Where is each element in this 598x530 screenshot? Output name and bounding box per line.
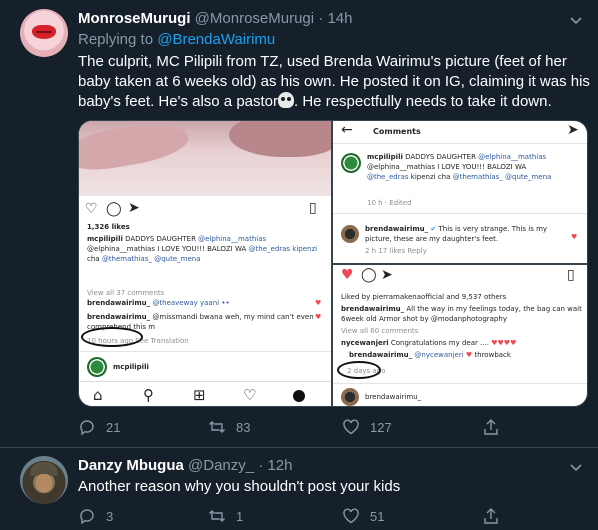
heart-filled-icon: ♥ <box>341 267 354 283</box>
like-count: 127 <box>370 419 392 435</box>
activity-icon: ♡ <box>243 386 257 404</box>
tweet-header: Danzy Mbugua @Danzy_ · 12h <box>78 457 292 474</box>
bookmark-icon: ▯ <box>567 267 575 283</box>
comment-icon: ◯ <box>361 267 377 283</box>
caption-line-1: mcpilipili DADDYS DAUGHTER @elphina__mat… <box>87 235 267 243</box>
rb-comment-1: brendawairimu_ All the way in my feeling… <box>341 305 582 313</box>
like-count: 51 <box>370 508 385 524</box>
heart-icon <box>342 418 360 436</box>
caption-line-2: @elphina__mathias I LOVE YOU!!! BALOZI W… <box>87 245 318 253</box>
tweet-text: The culprit, MC Pilipili from TZ, used B… <box>78 52 590 112</box>
search-icon: ⚲ <box>143 386 154 404</box>
handle[interactable]: @MonroseMurugi <box>195 10 314 27</box>
profile-icon <box>293 390 305 402</box>
timestamp[interactable]: · 14h <box>318 10 352 27</box>
replying-to: Replying to @BrendaWairimu <box>78 31 275 48</box>
rb-view-all: View all 60 comments <box>341 327 419 335</box>
send-icon: ➤ <box>128 200 140 216</box>
retweet-count: 1 <box>236 508 244 524</box>
caption-line-3: cha @themathias_ @qute_mena <box>87 255 201 263</box>
share-button[interactable] <box>482 418 500 436</box>
reply-line-1: brendawairimu_ ✔ This is very strange. T… <box>365 225 548 233</box>
heart-icon <box>342 507 360 525</box>
comment-icon: ◯ <box>106 201 122 217</box>
reply-avatar <box>341 225 359 243</box>
rb-comment-1-cont: 6week old Armor shot by @modanphotograph… <box>341 315 507 323</box>
bookmark-icon: ▯ <box>309 200 317 216</box>
like-button[interactable]: 127 <box>342 418 392 436</box>
reply-button[interactable]: 21 <box>78 418 120 436</box>
retweet-count: 83 <box>236 419 251 435</box>
highlight-circle <box>337 361 381 379</box>
home-icon: ⌂ <box>93 386 103 404</box>
heart-icon: ♥ <box>571 233 578 241</box>
retweet-icon <box>208 418 226 436</box>
reply-meta: 2 h 17 likes Reply <box>365 247 427 255</box>
skull-emoji-icon <box>278 92 295 108</box>
replying-label: Replying to <box>78 31 154 48</box>
view-all-comments: View all 37 comments <box>87 289 165 297</box>
lips-icon <box>32 25 56 39</box>
reply-button[interactable]: 3 <box>78 507 113 525</box>
reply-icon <box>78 418 96 436</box>
rb-comment-2: nycewanjeri Congratulations my dear ....… <box>341 339 517 347</box>
retweet-button[interactable]: 83 <box>208 418 250 436</box>
share-icon <box>482 507 500 525</box>
avatar[interactable] <box>20 9 68 57</box>
heart-icon: ♥ <box>315 313 322 321</box>
avatar[interactable] <box>20 456 68 504</box>
profile-username: mcpilipili <box>113 363 149 371</box>
media-image-left[interactable]: ♡ ◯ ➤ ▯ 1,326 likes mcpilipili DADDYS DA… <box>79 121 331 406</box>
back-arrow-icon: ← <box>341 122 353 138</box>
share-button[interactable] <box>482 507 500 525</box>
display-name[interactable]: Danzy Mbugua <box>78 457 184 474</box>
post-meta: 10 h · Edited <box>367 199 412 207</box>
reply-count: 21 <box>106 419 121 435</box>
rb-comment-3: brendawairimu_ @nycewanjeri ♥ throwback <box>349 351 511 359</box>
retweet-button[interactable]: 1 <box>208 507 243 525</box>
post-line-2: @elphina__mathias I LOVE YOU!!! BALOZI W… <box>367 163 527 171</box>
send-icon: ➤ <box>567 122 579 138</box>
profile-avatar <box>87 357 107 377</box>
handle[interactable]: @Danzy_ <box>188 457 254 474</box>
media-image-right-top[interactable]: ← Comments ➤ mcpilipili DADDYS DAUGHTER … <box>333 121 587 263</box>
replying-to-link[interactable]: @BrendaWairimu <box>157 31 275 48</box>
reply-count: 3 <box>106 508 114 524</box>
footer-user: brendawairimu_ <box>365 393 422 401</box>
tweet-header: MonroseMurugi @MonroseMurugi · 14h <box>78 10 352 27</box>
media-image-right-bottom[interactable]: ♥ ◯ ➤ ▯ Liked by pierramakenaofficial an… <box>333 265 587 406</box>
retweet-icon <box>208 507 226 525</box>
post-avatar <box>341 153 361 173</box>
likes-count: 1,326 likes <box>87 223 130 231</box>
reply-icon <box>78 507 96 525</box>
timestamp[interactable]: · 12h <box>258 457 292 474</box>
ig-nav-bar: ⌂ ⚲ ⊞ ♡ <box>79 381 331 406</box>
tweet-monrose[interactable]: MonroseMurugi @MonroseMurugi · 14h Reply… <box>0 0 598 448</box>
liked-by: Liked by pierramakenaofficial and 9,537 … <box>341 293 507 301</box>
post-line-1: mcpilipili DADDYS DAUGHTER @elphina__mat… <box>367 153 547 161</box>
media-grid[interactable]: ♡ ◯ ➤ ▯ 1,326 likes mcpilipili DADDYS DA… <box>78 120 588 407</box>
footer-avatar <box>341 388 359 406</box>
tweet-text: Another reason why you shouldn't post yo… <box>78 478 401 495</box>
reply-line-2: picture, these are my daughter's feet. <box>365 235 499 243</box>
share-icon <box>482 418 500 436</box>
display-name[interactable]: MonroseMurugi <box>78 10 191 27</box>
chevron-down-icon[interactable] <box>568 459 584 475</box>
like-button[interactable]: 51 <box>342 507 384 525</box>
highlight-circle <box>81 327 143 347</box>
heart-icon: ♥ <box>315 299 322 307</box>
comment-2: brendawairimu_ @missmandi bwana weh, my … <box>87 313 314 321</box>
add-icon: ⊞ <box>193 386 206 404</box>
send-icon: ➤ <box>381 267 393 283</box>
comment-1: brendawairimu_ @theaveway yaani •• <box>87 299 230 307</box>
comments-header: Comments <box>373 127 421 136</box>
post-line-3: @the_edras kipenzi cha @themathias_ @qut… <box>367 173 552 181</box>
tweet-text-part: . He respectfully needs to take it down. <box>294 93 552 110</box>
baby-feet-photo <box>79 121 331 196</box>
heart-outline-icon: ♡ <box>85 201 98 217</box>
chevron-down-icon[interactable] <box>568 12 584 28</box>
